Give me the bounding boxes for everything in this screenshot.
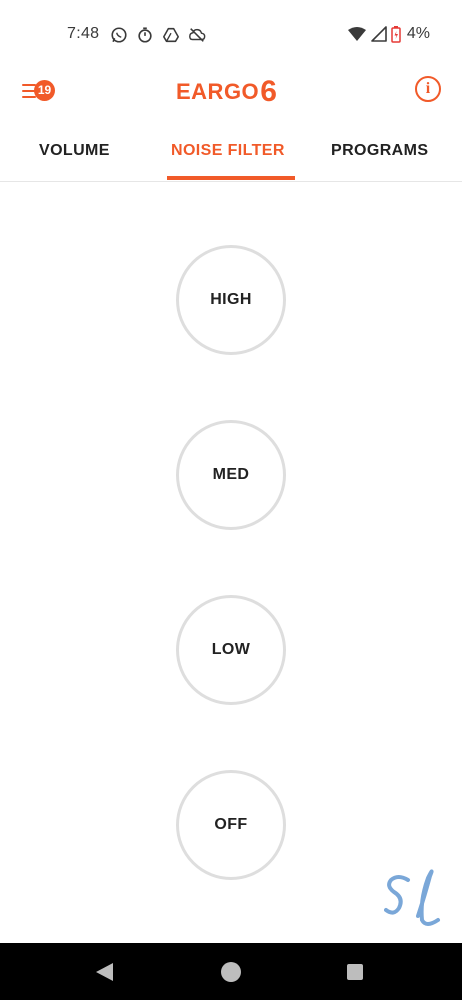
tab-volume[interactable]: VOLUME xyxy=(39,142,110,160)
notification-icons xyxy=(110,26,206,44)
system-icons: 4% xyxy=(347,25,430,43)
wifi-icon xyxy=(347,27,366,41)
battery-percent: 4% xyxy=(406,25,430,42)
timer-icon xyxy=(138,27,152,43)
back-icon[interactable] xyxy=(96,963,113,981)
battery-low-icon xyxy=(391,25,401,43)
menu-button[interactable]: 19 xyxy=(22,80,56,104)
drive-icon xyxy=(163,27,179,43)
tab-bar: VOLUME NOISE FILTER PROGRAMS xyxy=(0,130,462,182)
tab-programs[interactable]: PROGRAMS xyxy=(331,142,428,160)
active-tab-indicator xyxy=(167,176,295,180)
noise-filter-low-button[interactable]: LOW xyxy=(176,595,286,705)
noise-filter-off-button[interactable]: OFF xyxy=(176,770,286,880)
noise-filter-high-button[interactable]: HIGH xyxy=(176,245,286,355)
cell-signal-icon xyxy=(371,26,387,42)
home-icon[interactable] xyxy=(221,962,241,982)
app-header: 19 EARGO 6 i xyxy=(0,70,462,114)
cloud-off-icon xyxy=(189,28,206,42)
recents-icon[interactable] xyxy=(347,964,363,980)
whatsapp-icon xyxy=(111,27,127,43)
brand-number: 6 xyxy=(260,75,278,108)
noise-filter-med-button[interactable]: MED xyxy=(176,420,286,530)
brand-name: EARGO xyxy=(176,79,260,104)
sl-watermark-logo xyxy=(384,869,440,926)
notification-badge: 19 xyxy=(34,80,55,101)
status-bar: 7:48 4% xyxy=(0,0,462,70)
system-nav-bar xyxy=(0,943,462,1000)
status-time: 7:48 xyxy=(67,25,100,42)
tab-noise-filter[interactable]: NOISE FILTER xyxy=(171,142,285,160)
info-icon[interactable]: i xyxy=(415,76,441,102)
eargo-logo: EARGO 6 xyxy=(176,76,277,108)
